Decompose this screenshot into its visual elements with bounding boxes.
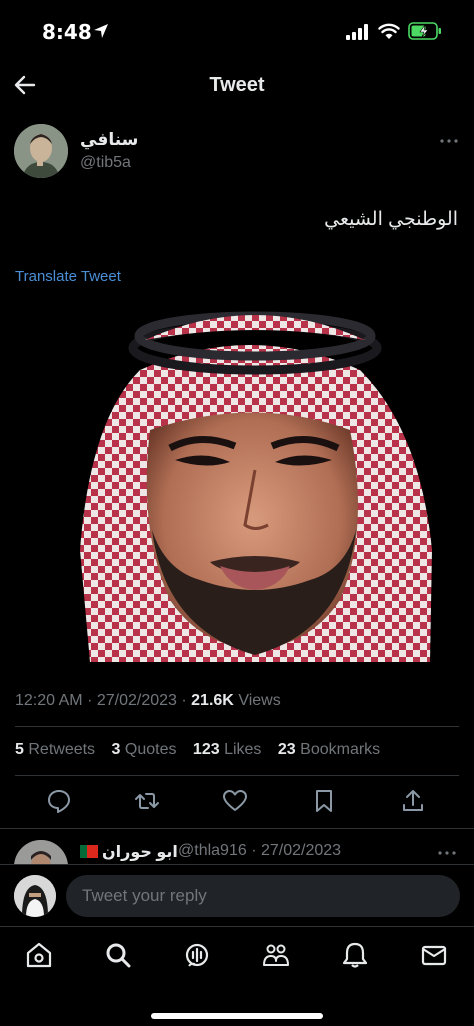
bookmarks-count: 23 — [277, 741, 296, 758]
tweet-text: الوطنجي الشيعي — [324, 209, 458, 230]
tweet-stats: 5 Retweets 3 Quotes 123 Likes 23 Bookmar… — [15, 741, 392, 759]
meta-separator: · — [181, 692, 192, 709]
bookmark-icon[interactable] — [311, 788, 337, 814]
reply-date: 27/02/2023 — [260, 842, 342, 859]
top-nav-bar: Tweet — [0, 62, 474, 106]
home-indicator[interactable] — [151, 1013, 323, 1019]
views-count: 21.6K — [191, 692, 234, 709]
search-icon[interactable] — [104, 941, 132, 969]
translate-tweet-link[interactable]: Translate Tweet — [15, 268, 121, 285]
reply-author-name-text: ابو حوران — [102, 844, 178, 861]
reply-more-options-icon[interactable] — [436, 846, 458, 860]
tweet-actions — [0, 788, 474, 818]
views-label: Views — [238, 692, 281, 709]
reply-author-handle: @thla916 — [178, 842, 247, 859]
home-icon[interactable] — [25, 941, 53, 969]
status-bar: 8:48 — [0, 0, 474, 62]
current-user-avatar[interactable] — [14, 875, 56, 917]
quotes-stat[interactable]: 3 Quotes — [112, 741, 177, 758]
reply-handle-date: @thla916 · 27/02/2023 — [178, 842, 341, 860]
page-title: Tweet — [209, 74, 265, 96]
tweet-date: 27/02/2023 — [96, 692, 177, 709]
tweet-time: 12:20 AM — [15, 692, 83, 709]
author-avatar[interactable] — [14, 124, 68, 178]
reply-tweet-preview[interactable]: ابو حوران @thla916 · 27/02/2023 — [0, 836, 474, 864]
bookmarks-stat[interactable]: 23 Bookmarks — [278, 741, 380, 758]
reply-composer — [0, 864, 474, 926]
reply-icon[interactable] — [46, 788, 72, 814]
likes-count: 123 — [192, 741, 220, 758]
wifi-icon — [378, 23, 400, 39]
likes-stat[interactable]: 123 Likes — [193, 741, 262, 758]
reply-author-name[interactable]: ابو حوران — [80, 842, 178, 862]
status-time: 8:48 — [42, 20, 92, 44]
likes-label: Likes — [224, 741, 262, 758]
bookmarks-label: Bookmarks — [300, 741, 381, 758]
divider — [15, 775, 459, 776]
retweets-count: 5 — [15, 741, 24, 758]
more-options-icon[interactable] — [438, 134, 460, 148]
divider — [15, 726, 459, 727]
tweet-author: سنافي @tib5a — [14, 124, 460, 180]
battery-charging-icon — [408, 22, 441, 40]
notifications-bell-icon[interactable] — [341, 941, 369, 969]
divider — [0, 828, 474, 829]
quotes-label: Quotes — [124, 741, 177, 758]
retweets-label: Retweets — [28, 741, 96, 758]
tweet-image[interactable] — [70, 300, 440, 662]
quotes-count: 3 — [111, 741, 121, 758]
spaces-icon[interactable] — [183, 941, 211, 969]
tweet-meta: 12:20 AM · 27/02/2023 · 21.6K Views — [15, 692, 281, 710]
author-handle[interactable]: @tib5a — [80, 154, 131, 172]
bottom-tab-bar — [0, 926, 474, 1026]
portugal-flag-icon — [80, 845, 98, 858]
cellular-signal-icon — [346, 24, 368, 40]
share-icon[interactable] — [400, 788, 426, 814]
retweets-stat[interactable]: 5 Retweets — [15, 741, 95, 758]
meta-separator: · — [87, 692, 97, 709]
communities-icon[interactable] — [262, 941, 290, 969]
like-heart-icon[interactable] — [222, 788, 248, 814]
reply-author-avatar[interactable] — [14, 840, 68, 864]
retweet-icon[interactable] — [134, 788, 160, 814]
reply-input[interactable] — [66, 875, 460, 917]
location-arrow-icon — [94, 24, 108, 38]
messages-envelope-icon[interactable] — [420, 941, 448, 969]
author-name[interactable]: سنافي — [80, 130, 138, 150]
meta-separator: · — [251, 842, 261, 859]
